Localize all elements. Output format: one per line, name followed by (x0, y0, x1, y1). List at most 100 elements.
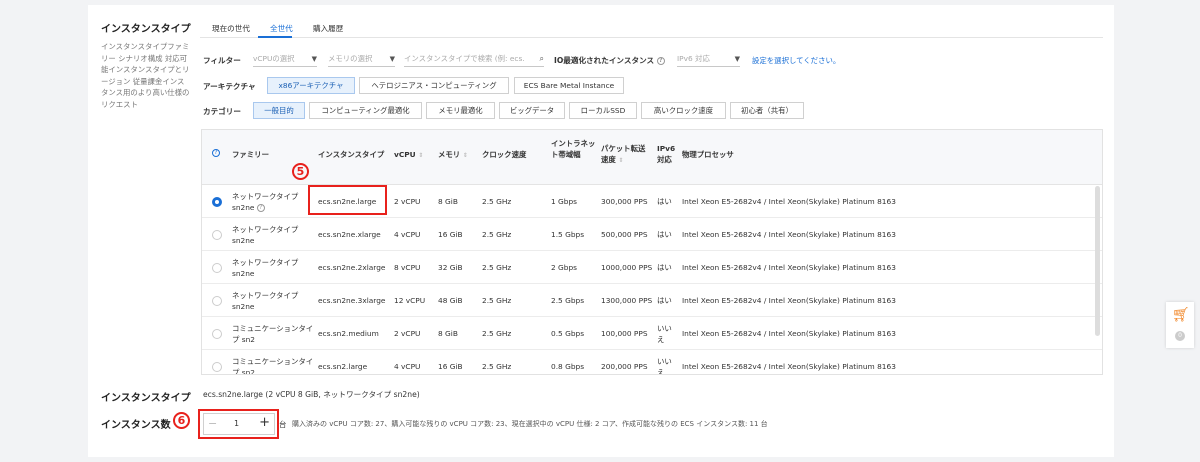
row-type: ecs.sn2.medium (318, 329, 379, 338)
row-family: ネットワークタイプ sn2ne (232, 258, 299, 278)
arch-option-bare-metal[interactable]: ECS Bare Metal Instance (514, 77, 624, 94)
col-processor: 物理プロセッサ (682, 150, 734, 159)
row-family: ネットワークタイプ sn2ne (232, 291, 299, 311)
row-pps: 100,000 PPS (601, 329, 648, 338)
table-row[interactable]: ネットワークタイプ sn2ne ecs.sn2ne.3xlarge 12 vCP… (202, 284, 1102, 317)
row-type: ecs.sn2ne.xlarge (318, 230, 381, 239)
search-icon[interactable]: ⌕ (540, 54, 544, 64)
row-type: ecs.sn2ne.3xlarge (318, 296, 386, 305)
row-pps: 500,000 PPS (601, 230, 648, 239)
col-packet-rate[interactable]: パケット転送速度 ⇕ (601, 143, 651, 166)
sort-icon[interactable]: ⇕ (418, 152, 423, 159)
row-bandwidth: 0.5 Gbps (551, 329, 585, 338)
cart-count-badge: 0 (1175, 331, 1185, 341)
row-memory: 16 GiB (438, 362, 463, 371)
highlight-box-quantity (198, 409, 279, 439)
row-type: ecs.sn2ne.2xlarge (318, 263, 386, 272)
row-vcpu: 8 vCPU (394, 263, 421, 272)
table-row[interactable]: コミュニケーションタイプ sn2 ecs.sn2.medium 2 vCPU 8… (202, 317, 1102, 350)
io-optimized-label-text: IO最適化されたインスタンス (554, 56, 655, 65)
instance-type-search-input[interactable]: インスタンスタイプで検索 (例: ecs. ⌕ (404, 53, 544, 67)
row-vcpu: 2 vCPU (394, 329, 421, 338)
row-processor: Intel Xeon E5-2682v4 / Intel Xeon(Skylak… (682, 296, 896, 305)
instance-type-section-title: インスタンスタイプ (101, 24, 191, 35)
row-processor: Intel Xeon E5-2682v4 / Intel Xeon(Skylak… (682, 329, 896, 338)
tab-purchase-history[interactable]: 購入履歴 (313, 23, 343, 34)
arch-option-x86[interactable]: x86アーキテクチャ (267, 77, 355, 94)
instance-type-table: ? ファミリー インスタンスタイプ vCPU ⇕ メモリ ⇕ クロック速度 イン… (201, 129, 1103, 375)
quantity-unit: 台 (279, 420, 287, 429)
table-row[interactable]: ネットワークタイプ sn2ne ecs.sn2ne.xlarge 4 vCPU … (202, 218, 1102, 251)
arch-option-heterogeneous[interactable]: ヘテロジニアス・コンピューティング (359, 77, 509, 94)
chevron-down-icon: ▼ (311, 55, 317, 63)
row-radio[interactable] (212, 230, 222, 240)
row-radio[interactable] (212, 263, 222, 273)
col-memory[interactable]: メモリ ⇕ (438, 149, 468, 161)
row-family: コミュニケーションタイプ sn2 (232, 324, 314, 344)
memory-select-placeholder: メモリの選択 (328, 54, 373, 63)
chevron-down-icon: ▼ (734, 55, 740, 63)
row-clock: 2.5 GHz (482, 296, 512, 305)
vcpu-select[interactable]: vCPUの選択 ▼ (253, 53, 317, 67)
table-header: ? ファミリー インスタンスタイプ vCPU ⇕ メモリ ⇕ クロック速度 イン… (202, 130, 1102, 185)
sort-icon[interactable]: ⇕ (618, 157, 623, 164)
ipv6-select[interactable]: IPv6 対応 ▼ (677, 53, 740, 67)
cart-widget[interactable]: 🛒︎ 0 (1166, 302, 1194, 348)
col-vcpu[interactable]: vCPU ⇕ (394, 149, 423, 161)
table-row[interactable]: ネットワークタイプ sn2ne ecs.sn2ne.2xlarge 8 vCPU… (202, 251, 1102, 284)
selected-type-value: ecs.sn2ne.large (2 vCPU 8 GiB, ネットワークタイプ… (203, 390, 420, 399)
active-tab-indicator (258, 36, 292, 38)
row-memory: 8 GiB (438, 197, 458, 206)
category-label: カテゴリー (203, 107, 241, 116)
category-starter-shared[interactable]: 初心者（共有） (730, 102, 804, 119)
row-bandwidth: 2.5 Gbps (551, 296, 585, 305)
col-ipv6: IPv6対応 (657, 144, 676, 164)
tab-all-generations[interactable]: 全世代 (270, 23, 293, 34)
vcpu-quota-note: 購入済みの vCPU コア数: 27、購入可能な残りの vCPU コア数: 23… (292, 420, 768, 428)
col-family: ファミリー (232, 150, 269, 159)
generation-tabs: 現在の世代 全世代 購入履歴 (200, 18, 1103, 38)
category-big-data[interactable]: ビッグデータ (499, 102, 565, 119)
category-compute-optimized[interactable]: コンピューティング最適化 (309, 102, 422, 119)
row-radio[interactable] (212, 329, 222, 339)
row-radio[interactable] (212, 197, 222, 207)
selected-type-label: インスタンスタイプ (101, 393, 191, 404)
category-high-clock[interactable]: 高いクロック速度 (641, 102, 726, 119)
help-icon[interactable]: ? (212, 149, 220, 157)
io-optimized-label: IO最適化されたインスタンス ? (554, 55, 665, 66)
row-family: ネットワークタイプ sn2ne (232, 225, 299, 245)
annotation-step-5: 5 (292, 163, 309, 180)
help-icon[interactable]: ? (656, 57, 665, 65)
ipv6-select-placeholder: IPv6 対応 (677, 54, 710, 63)
settings-link[interactable]: 設定を選択してください。 (752, 55, 840, 66)
row-processor: Intel Xeon E5-2682v4 / Intel Xeon(Skylak… (682, 362, 896, 371)
sort-icon[interactable]: ⇕ (463, 152, 468, 159)
row-clock: 2.5 GHz (482, 263, 512, 272)
row-processor: Intel Xeon E5-2682v4 / Intel Xeon(Skylak… (682, 230, 896, 239)
table-row[interactable]: コミュニケーションタイプ sn2 ecs.sn2.large 4 vCPU 16… (202, 350, 1102, 374)
highlight-box-instance-type (308, 185, 387, 215)
row-ipv6: はい (657, 263, 672, 272)
row-clock: 2.5 GHz (482, 362, 512, 371)
memory-select[interactable]: メモリの選択 ▼ (328, 53, 395, 67)
row-family: ネットワークタイプ sn2ne ? (232, 191, 308, 213)
row-memory: 16 GiB (438, 230, 463, 239)
row-ipv6: はい (657, 296, 672, 305)
row-family-text: ネットワークタイプ sn2ne (232, 192, 299, 212)
category-local-ssd[interactable]: ローカルSSD (569, 102, 637, 119)
help-icon[interactable]: ? (256, 204, 265, 212)
col-intranet-bandwidth: イントラネット帯域幅 (551, 139, 596, 159)
row-radio[interactable] (212, 362, 222, 372)
annotation-step-6: 6 (173, 412, 190, 429)
cart-icon[interactable]: 🛒︎ (1172, 307, 1190, 323)
category-general-purpose[interactable]: 一般目的 (253, 102, 305, 119)
row-bandwidth: 2 Gbps (551, 263, 578, 272)
table-scrollbar[interactable] (1095, 186, 1100, 336)
col-memory-label: メモリ (438, 150, 461, 159)
category-memory-optimized[interactable]: メモリ最適化 (426, 102, 495, 119)
tab-current-generation[interactable]: 現在の世代 (212, 23, 250, 34)
row-radio[interactable] (212, 296, 222, 306)
row-bandwidth: 0.8 Gbps (551, 362, 585, 371)
col-instance-type: インスタンスタイプ (318, 150, 385, 159)
filter-label: フィルター (203, 56, 241, 65)
